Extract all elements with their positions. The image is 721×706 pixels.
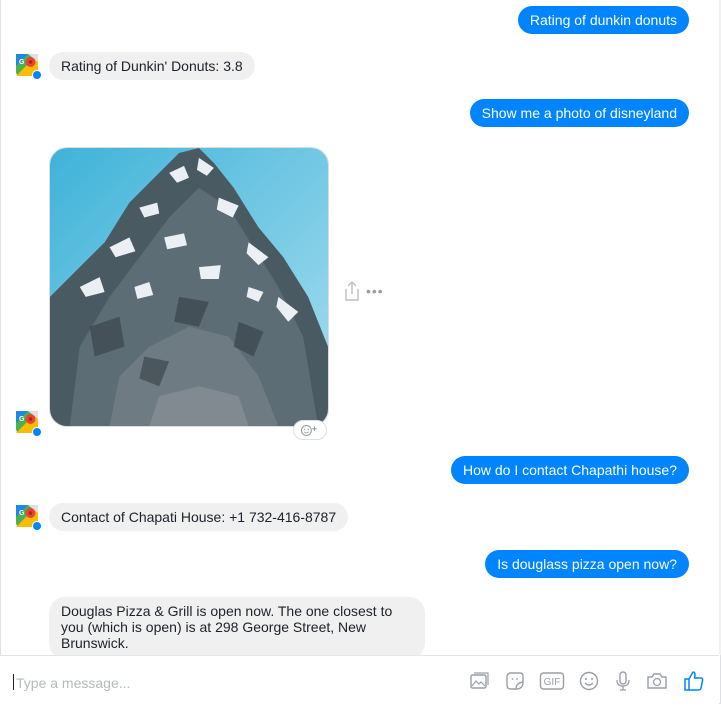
outgoing-message-bubble[interactable]: Show me a photo of disneyland: [469, 99, 689, 127]
share-icon[interactable]: [343, 280, 361, 302]
bot-avatar[interactable]: G: [16, 505, 42, 531]
svg-text:G: G: [19, 59, 25, 66]
outgoing-message-bubble[interactable]: How do I contact Chapathi house?: [450, 456, 689, 484]
svg-text:G: G: [19, 416, 25, 423]
image-icon[interactable]: [467, 669, 491, 693]
messenger-badge-icon: [32, 427, 42, 437]
thumbs-up-icon[interactable]: [682, 669, 706, 693]
messenger-badge-icon: [32, 521, 42, 531]
bot-avatar[interactable]: G: [16, 54, 42, 80]
microphone-icon[interactable]: [611, 669, 635, 693]
emoji-icon[interactable]: [577, 669, 601, 693]
matterhorn-mountain-image: [50, 148, 328, 426]
emoji-plus-icon: [300, 424, 317, 436]
incoming-message-bubble[interactable]: Rating of Dunkin' Donuts: 3.8: [49, 52, 255, 80]
message-input[interactable]: [14, 672, 418, 694]
svg-text:G: G: [19, 510, 25, 517]
outgoing-message-bubble[interactable]: Rating of dunkin donuts: [517, 6, 689, 34]
sticker-icon[interactable]: [503, 669, 527, 693]
messenger-badge-icon: [32, 70, 42, 80]
svg-text:GIF: GIF: [544, 677, 561, 688]
incoming-message-bubble[interactable]: Contact of Chapati House: +1 732-416-878…: [49, 503, 349, 531]
gif-icon[interactable]: GIF: [539, 669, 565, 693]
outgoing-message-bubble[interactable]: Is douglass pizza open now?: [485, 550, 689, 578]
disneyland-photo[interactable]: [49, 147, 329, 427]
message-composer: GIF: [0, 655, 719, 706]
text-cursor: [13, 674, 14, 690]
camera-icon[interactable]: [645, 669, 669, 693]
add-reaction-button[interactable]: [293, 420, 327, 440]
more-options-icon[interactable]: •••: [366, 284, 384, 298]
incoming-message-bubble[interactable]: Douglas Pizza & Grill is open now. The o…: [49, 597, 425, 659]
bot-avatar[interactable]: G: [16, 411, 42, 437]
